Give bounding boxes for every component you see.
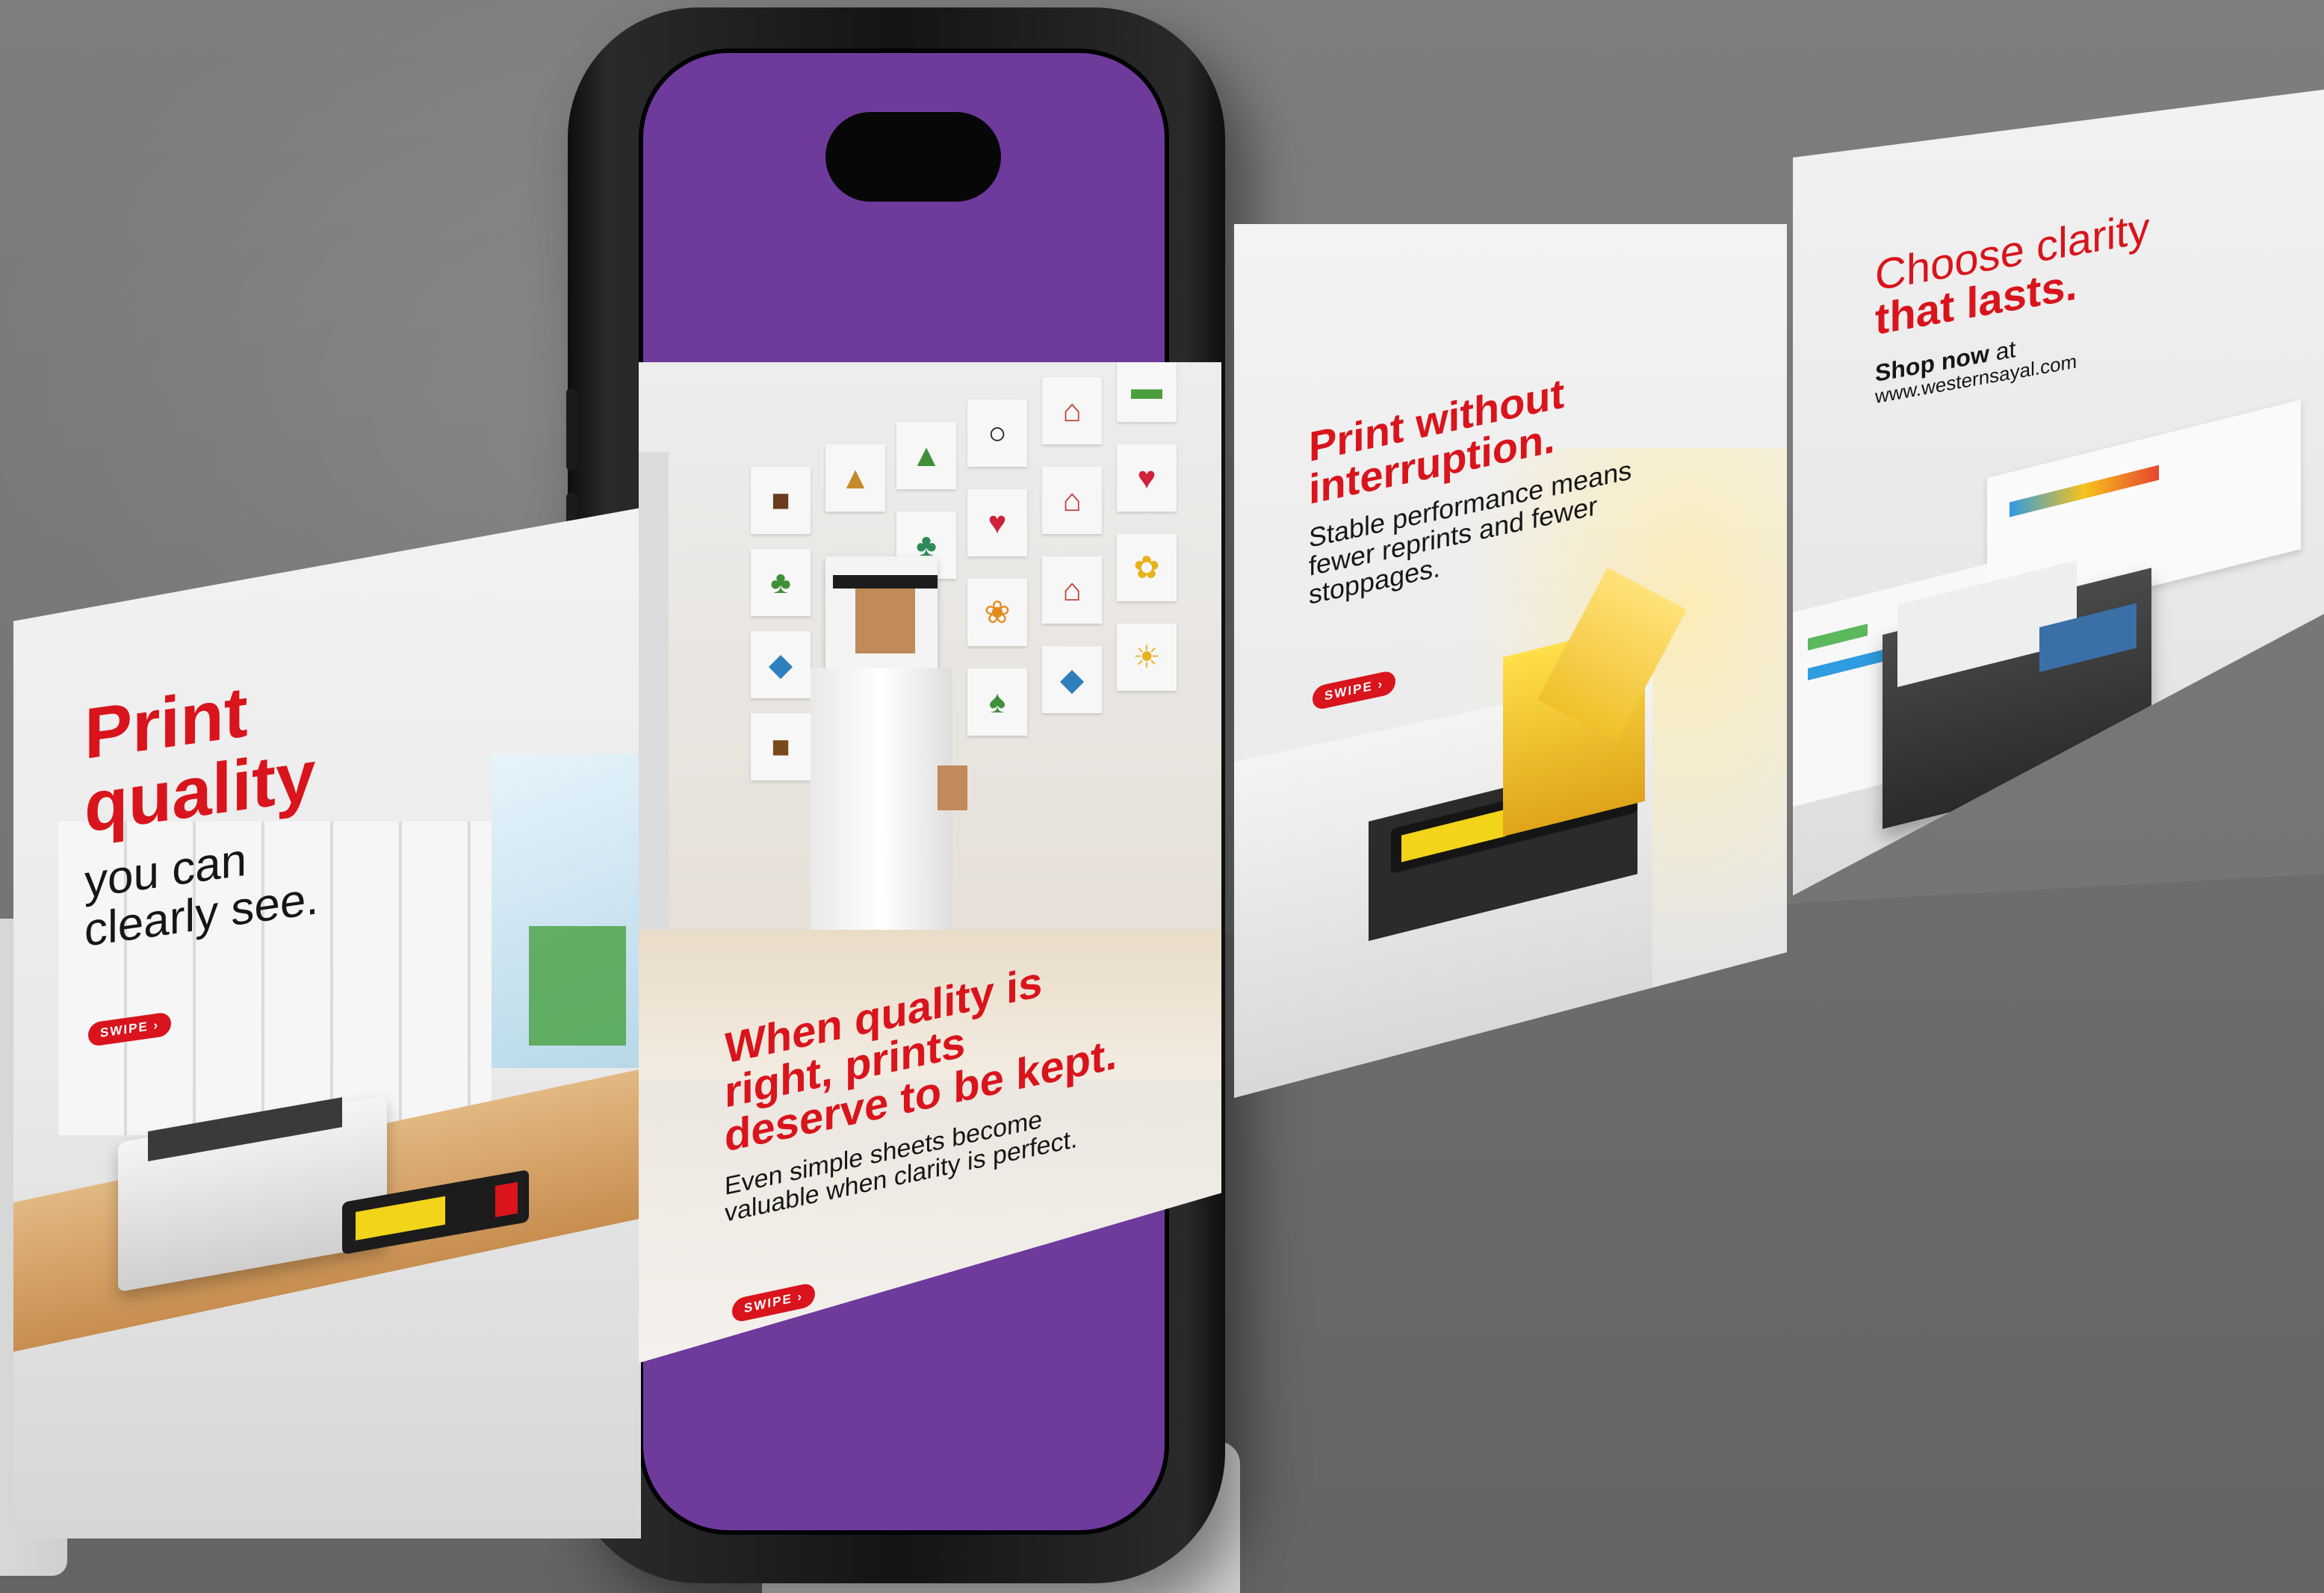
pixel-art-tile: ♥	[967, 489, 1027, 556]
pixel-art-tile: ◆	[1042, 646, 1102, 713]
pixel-art-tile: ⌂	[1042, 467, 1102, 534]
pixel-art-tile: ✿	[1117, 534, 1177, 601]
pixel-art-tile: ⌂	[1042, 377, 1102, 444]
carousel-slide-2[interactable]: ■ ▲ ▲ ○ ⌂ ▬ ♣ ♣ ♥ ⌂ ♥ ◆ ❀ ⌂ ✿ ■ ♠ ◆ ☀ Wh…	[639, 362, 1221, 1363]
character-hand	[938, 766, 967, 810]
dynamic-island	[825, 112, 1001, 202]
pixel-art-tile: ❀	[967, 579, 1027, 646]
pixel-art-tile: ○	[967, 400, 1027, 467]
character-robe	[811, 668, 952, 937]
pixel-art-tile: ■	[751, 713, 811, 780]
pixel-art-tile: ▲	[825, 444, 885, 512]
pixel-art-tile: ▲	[896, 422, 956, 489]
carousel-slide-1[interactable]: Print quality you can clearly see. SWIPE…	[13, 508, 641, 1538]
window-plant	[529, 926, 626, 1046]
pixel-art-tile: ■	[751, 467, 811, 534]
pixel-art-tile: ☀	[1117, 624, 1177, 691]
pixel-art-tile: ⌂	[1042, 556, 1102, 624]
slide-1-headline: Print quality you can clearly see.	[84, 665, 319, 957]
phone-side-button	[566, 388, 577, 471]
pixel-art-tile: ♣	[751, 549, 811, 616]
mockup-scene: Print quality you can clearly see. SWIPE…	[0, 0, 2324, 1593]
pixel-art-tile: ♠	[967, 668, 1027, 736]
character-face	[855, 586, 915, 653]
pixel-art-tile: ▬	[1117, 362, 1177, 422]
pixel-art-tile: ♥	[1117, 444, 1177, 512]
character-agal	[833, 575, 938, 589]
pixel-art-tile: ◆	[751, 631, 811, 698]
